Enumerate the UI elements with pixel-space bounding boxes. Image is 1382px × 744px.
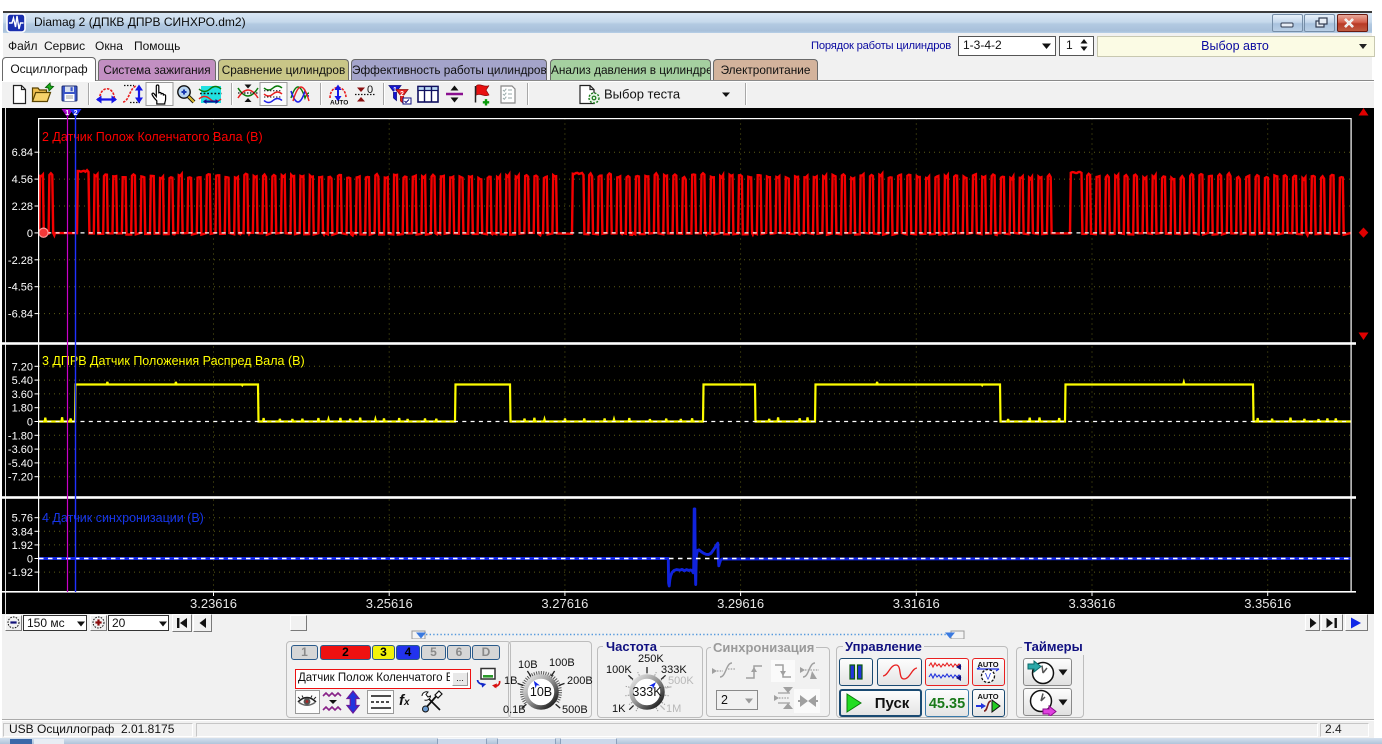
svg-text:3.27616: 3.27616 (541, 596, 588, 611)
svg-text:2.28: 2.28 (12, 201, 33, 213)
svg-text:-5.40: -5.40 (8, 458, 33, 470)
svg-text:3.33616: 3.33616 (1069, 596, 1116, 611)
svg-text:AUTO: AUTO (977, 692, 998, 701)
svg-text:3.35616: 3.35616 (1244, 596, 1291, 611)
svg-text:1.80: 1.80 (12, 403, 33, 415)
svg-text:0: 0 (27, 228, 33, 240)
svg-text:2: 2 (74, 110, 78, 117)
svg-text:-6.84: -6.84 (8, 309, 33, 321)
svg-text:-3.60: -3.60 (8, 444, 33, 456)
svg-text:-1.80: -1.80 (8, 430, 33, 442)
svg-text:Выбор теста: Выбор теста (604, 87, 681, 102)
svg-text:0: 0 (27, 554, 33, 566)
svg-text:3.25616: 3.25616 (366, 596, 413, 611)
svg-text:6.84: 6.84 (12, 147, 33, 159)
svg-text:3.29616: 3.29616 (717, 596, 764, 611)
svg-text:5.40: 5.40 (12, 375, 33, 387)
svg-text:1.92: 1.92 (12, 540, 33, 552)
svg-text:0: 0 (27, 417, 33, 429)
svg-text:7.20: 7.20 (12, 361, 33, 373)
svg-text:1: 1 (65, 110, 69, 117)
svg-text:4.56: 4.56 (12, 174, 33, 186)
svg-text:3 ДПРВ Датчик Положения Распре: 3 ДПРВ Датчик Положения Распред Вала (В) (42, 354, 305, 368)
svg-text:2: 2 (400, 91, 404, 98)
svg-text:3.31616: 3.31616 (893, 596, 940, 611)
svg-text:-1.92: -1.92 (8, 567, 33, 579)
svg-text:V: V (985, 672, 991, 682)
svg-text:5.76: 5.76 (12, 513, 33, 525)
svg-text:AUTO: AUTO (977, 660, 998, 669)
svg-text:3.60: 3.60 (12, 389, 33, 401)
svg-text:-2.28: -2.28 (8, 255, 33, 267)
svg-text:AUTO: AUTO (330, 100, 348, 107)
svg-text:4 Датчик синхронизации (В): 4 Датчик синхронизации (В) (42, 511, 204, 525)
svg-text:333K: 333K (632, 685, 662, 699)
svg-text:3.23616: 3.23616 (190, 596, 237, 611)
svg-text:3.84: 3.84 (12, 526, 33, 538)
svg-text:-4.56: -4.56 (8, 282, 33, 294)
svg-text:10В: 10В (530, 685, 552, 699)
svg-text:-7.20: -7.20 (8, 472, 33, 484)
